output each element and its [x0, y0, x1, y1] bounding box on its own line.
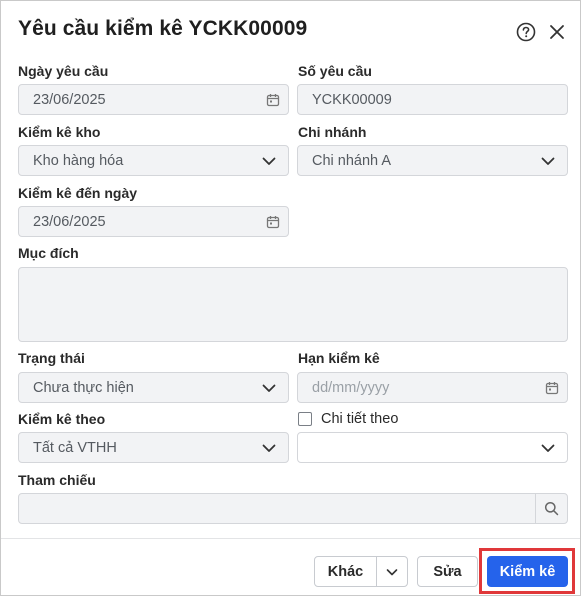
- detail-by-label: Chi tiết theo: [321, 411, 399, 427]
- chevron-down-icon[interactable]: [377, 557, 407, 586]
- chevron-down-icon[interactable]: [529, 433, 567, 462]
- detail-by-checkbox-group[interactable]: Chi tiết theo: [298, 411, 398, 427]
- to-date-value: 23/06/2025: [33, 213, 106, 230]
- request-date-value: 23/06/2025: [33, 91, 106, 108]
- status-label: Trạng thái: [18, 350, 85, 366]
- search-icon[interactable]: [535, 494, 567, 523]
- other-split-button[interactable]: Khác: [314, 556, 408, 587]
- count-by-label: Kiểm kê theo: [18, 411, 106, 427]
- to-date-label: Kiểm kê đến ngày: [18, 185, 138, 201]
- branch-select[interactable]: Chi nhánh A: [297, 145, 568, 176]
- count-by-select[interactable]: Tất cả VTHH: [18, 432, 289, 463]
- status-value: Chưa thực hiện: [33, 379, 134, 396]
- request-date-field[interactable]: 23/06/2025: [18, 84, 289, 115]
- detail-by-checkbox[interactable]: [298, 412, 312, 426]
- calendar-icon[interactable]: [537, 373, 567, 402]
- to-date-field[interactable]: 23/06/2025: [18, 206, 289, 237]
- purpose-textarea[interactable]: [18, 267, 568, 342]
- chevron-down-icon[interactable]: [250, 373, 288, 402]
- warehouse-value: Kho hàng hóa: [33, 152, 124, 169]
- dialog-title: Yêu cầu kiểm kê YCKK00009: [18, 17, 308, 40]
- dialog: Yêu cầu kiểm kê YCKK00009 Ngày yêu cầu 2…: [0, 0, 581, 596]
- status-select[interactable]: Chưa thực hiện: [18, 372, 289, 403]
- reference-field[interactable]: [18, 493, 568, 524]
- chevron-down-icon[interactable]: [529, 146, 567, 175]
- request-no-field[interactable]: YCKK00009: [297, 84, 568, 115]
- branch-value: Chi nhánh A: [312, 152, 392, 169]
- request-no-label: Số yêu cầu: [298, 63, 372, 79]
- other-button[interactable]: Khác: [315, 557, 377, 586]
- warehouse-label: Kiểm kê kho: [18, 124, 101, 140]
- count-by-value: Tất cả VTHH: [33, 439, 117, 456]
- deadline-placeholder: dd/mm/yyyy: [312, 379, 390, 396]
- warehouse-select[interactable]: Kho hàng hóa: [18, 145, 289, 176]
- chevron-down-icon[interactable]: [250, 433, 288, 462]
- request-date-label: Ngày yêu cầu: [18, 63, 109, 79]
- help-icon[interactable]: [515, 21, 537, 43]
- purpose-label: Mục đích: [18, 245, 79, 261]
- calendar-icon[interactable]: [258, 207, 288, 236]
- chevron-down-icon[interactable]: [250, 146, 288, 175]
- footer-divider: [1, 538, 580, 539]
- calendar-icon[interactable]: [258, 85, 288, 114]
- detail-by-select[interactable]: [297, 432, 568, 463]
- deadline-label: Hạn kiểm kê: [298, 350, 380, 366]
- request-no-value: YCKK00009: [312, 91, 392, 108]
- close-icon[interactable]: [546, 21, 568, 43]
- dialog-header: Yêu cầu kiểm kê YCKK00009: [1, 1, 580, 59]
- deadline-field[interactable]: dd/mm/yyyy: [297, 372, 568, 403]
- inventory-button[interactable]: Kiểm kê: [487, 556, 568, 587]
- branch-label: Chi nhánh: [298, 124, 367, 140]
- edit-button[interactable]: Sửa: [417, 556, 478, 587]
- reference-label: Tham chiếu: [18, 472, 96, 488]
